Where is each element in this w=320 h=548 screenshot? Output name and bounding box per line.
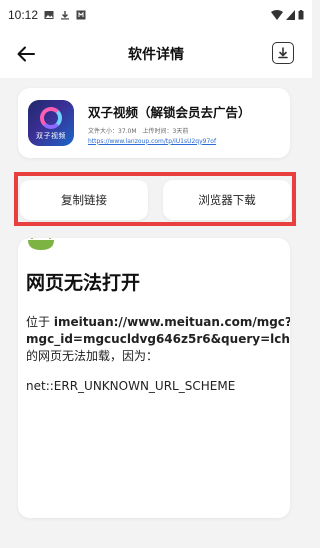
app-header: 软件详情 (0, 30, 312, 78)
battery-icon (298, 10, 304, 20)
status-bar: 10:12 (0, 0, 312, 30)
error-code: net::ERR_UNKNOWN_URL_SCHEME (26, 379, 236, 393)
android-robot-icon (28, 238, 54, 250)
error-message: 位于 imeituan://www.meituan.com/mgc? mgc_i… (26, 314, 290, 365)
app-size: 文件大小：37.0M (88, 127, 137, 135)
signal-icon (286, 10, 295, 20)
arrow-left-icon (17, 46, 35, 62)
error-title: 网页无法打开 (26, 272, 141, 294)
error-suffix: 的网页无法加载，因为： (26, 349, 159, 363)
notification-icon (76, 10, 86, 20)
back-button[interactable] (14, 42, 38, 66)
error-prefix: 位于 (26, 315, 54, 329)
app-icon: 双子视频 (28, 100, 74, 146)
browser-download-button[interactable]: 浏览器下载 (163, 180, 291, 220)
download-icon (61, 11, 70, 20)
copy-link-button[interactable]: 复制链接 (20, 180, 148, 220)
app-info-card: 双子视频 双子视频（解锁会员去广告） 文件大小：37.0M 上传时间：3天前 ht… (18, 88, 290, 158)
app-download-link[interactable]: https://www.lanzoup.com/tp/iU1sU2qy97of (88, 138, 251, 145)
app-meta: 文件大小：37.0M 上传时间：3天前 (88, 126, 251, 135)
error-url-line2: mgc_id=mgcucldvg646z5r6&query=lch%3Dc (26, 332, 290, 346)
image-icon (44, 11, 54, 19)
app-name: 双子视频（解锁会员去广告） (88, 104, 251, 120)
app-upload-time: 上传时间：3天前 (142, 127, 189, 135)
download-button[interactable] (272, 42, 294, 64)
wifi-icon (271, 10, 283, 20)
webview-card: 网页无法打开 位于 imeituan://www.meituan.com/mgc… (18, 238, 290, 518)
error-url-line1: imeituan://www.meituan.com/mgc? (53, 315, 290, 329)
app-logo-icon (40, 107, 62, 129)
page-title: 软件详情 (128, 47, 184, 63)
app-icon-label: 双子视频 (36, 132, 66, 140)
status-time: 10:12 (8, 8, 39, 22)
download-box-icon (278, 47, 288, 59)
